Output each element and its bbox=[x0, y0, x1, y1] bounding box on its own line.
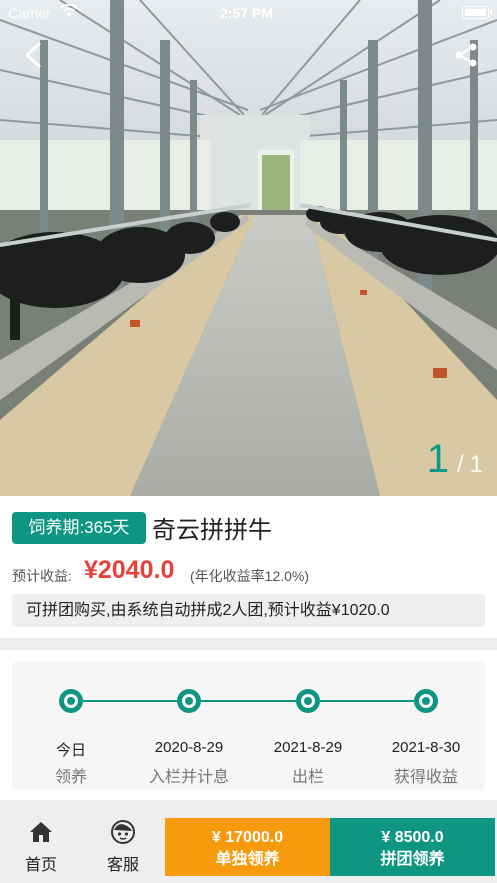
annual-rate-label: (年化收益率12.0%) bbox=[190, 568, 310, 584]
product-detail-page: Carrier 2:57 PM 1 / 1 饲养期:365天 奇云拼拼牛 预计收… bbox=[0, 0, 497, 883]
timeline-section: 今日 2020-8-29 2021-8-29 2021-8-30 领养 入栏并计… bbox=[0, 650, 497, 800]
home-tab-label: 首页 bbox=[24, 857, 57, 874]
product-title: 奇云拼拼牛 bbox=[152, 517, 272, 544]
timeline-date: 今日 bbox=[55, 742, 86, 759]
timeline-step-label: 领养 bbox=[54, 769, 87, 786]
expected-income-value: ¥2040.0 bbox=[84, 556, 175, 584]
pager-total: 1 bbox=[469, 451, 483, 478]
battery-icon bbox=[462, 6, 492, 19]
timeline-date: 2021-8-30 bbox=[391, 739, 461, 756]
customer-service-icon bbox=[111, 820, 135, 844]
wifi-icon bbox=[60, 4, 78, 17]
timeline-step-label: 出栏 bbox=[291, 769, 324, 786]
timeline-connector bbox=[320, 700, 414, 702]
barn-illustration bbox=[0, 0, 497, 496]
timeline-step-label: 入栏并计息 bbox=[148, 769, 229, 786]
timeline: 今日 2020-8-29 2021-8-29 2021-8-30 领养 入栏并计… bbox=[12, 662, 485, 790]
pager-current: 1 bbox=[426, 437, 449, 481]
solo-price: ¥ 17000.0 bbox=[211, 829, 284, 846]
expected-income-label: 预计收益: bbox=[12, 568, 72, 584]
share-icon[interactable] bbox=[453, 42, 479, 68]
solo-adopt-button[interactable]: ¥ 17000.0 单独领养 bbox=[165, 818, 330, 876]
timeline-date: 2021-8-29 bbox=[273, 739, 343, 756]
product-info-card: 饲养期:365天 奇云拼拼牛 预计收益: ¥2040.0 (年化收益率12.0%… bbox=[0, 496, 497, 638]
pager-separator: / bbox=[456, 451, 464, 478]
customer-service-tab-label: 客服 bbox=[106, 857, 139, 874]
bottom-action-bar: 首页 客服 ¥ 17000.0 单独领养 ¥ 8500.0 拼团领养 bbox=[0, 807, 497, 883]
back-arrow-icon[interactable] bbox=[22, 42, 44, 68]
hero-photo[interactable]: Carrier 2:57 PM 1 / 1 bbox=[0, 0, 497, 496]
timeline-date: 2020-8-29 bbox=[154, 739, 224, 756]
status-bar: Carrier 2:57 PM bbox=[0, 0, 497, 26]
home-icon bbox=[30, 822, 52, 842]
group-adopt-button[interactable]: ¥ 8500.0 拼团领养 bbox=[330, 818, 495, 876]
feeding-period-badge: 饲养期:365天 bbox=[12, 512, 146, 544]
timeline-connector bbox=[201, 700, 296, 702]
battery-level bbox=[464, 8, 486, 16]
solo-adopt-label: 单独领养 bbox=[215, 851, 280, 868]
timeline-node-icon bbox=[59, 689, 83, 713]
timeline-node-icon bbox=[296, 689, 320, 713]
photo-pager: 1 / 1 bbox=[427, 437, 483, 482]
group-buy-note: 可拼团购买,由系统自动拼成2人团,预计收益¥1020.0 bbox=[12, 594, 485, 627]
clock-label: 2:57 PM bbox=[220, 5, 273, 21]
carrier-label: Carrier bbox=[8, 5, 51, 21]
group-price: ¥ 8500.0 bbox=[381, 829, 444, 846]
home-tab[interactable]: 首页 bbox=[11, 819, 71, 875]
group-adopt-label: 拼团领养 bbox=[380, 851, 445, 868]
timeline-node-icon bbox=[414, 689, 438, 713]
customer-service-tab[interactable]: 客服 bbox=[93, 819, 153, 875]
timeline-node-icon bbox=[177, 689, 201, 713]
timeline-connector bbox=[83, 700, 177, 702]
timeline-step-label: 获得收益 bbox=[393, 769, 458, 786]
